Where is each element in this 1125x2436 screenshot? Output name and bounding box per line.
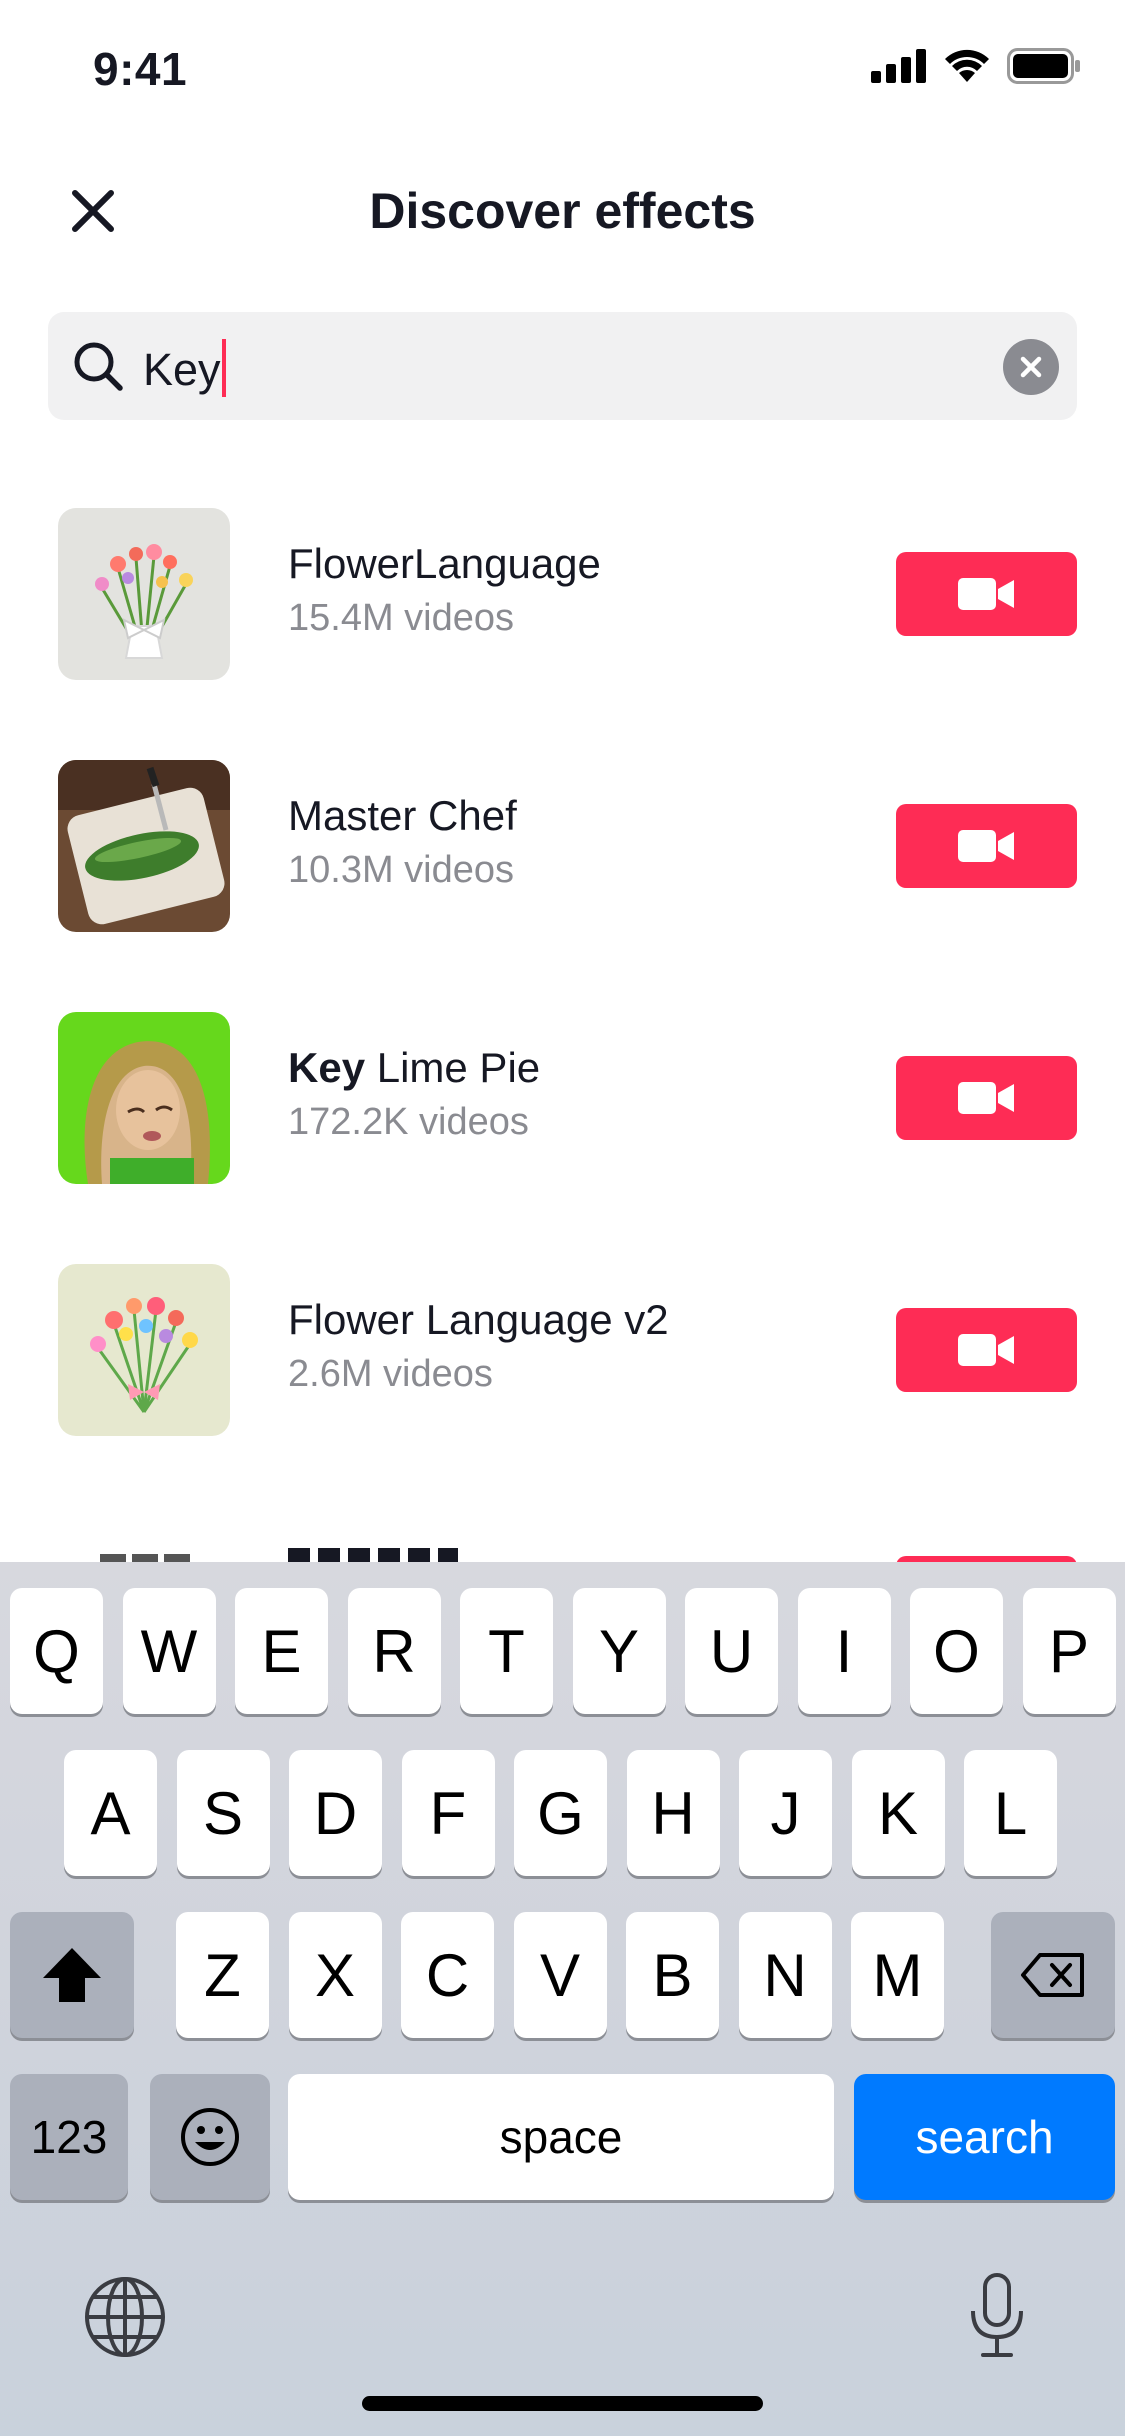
globe-icon	[85, 2277, 165, 2357]
key-p[interactable]: P	[1022, 1588, 1116, 1714]
key-z[interactable]: Z	[176, 1912, 269, 2038]
effect-name: Master Chef	[288, 792, 517, 839]
effect-name-partial	[288, 1548, 488, 1562]
page-title: Discover effects	[369, 183, 756, 239]
shift-icon	[43, 1948, 101, 2002]
effect-name: Key Lime Pie	[288, 1044, 541, 1091]
key-m[interactable]: M	[851, 1912, 944, 2038]
key-a[interactable]: A	[64, 1750, 157, 1876]
search-input[interactable]: Key	[48, 312, 1077, 420]
key-b[interactable]: B	[626, 1912, 719, 2038]
effect-row[interactable]: Master Chef 10.3M videos	[0, 722, 1125, 974]
effect-name: Flower Language v2	[288, 1296, 669, 1343]
effect-name: FlowerLanguage	[288, 540, 601, 587]
cellular-signal-icon	[871, 49, 926, 83]
backspace-icon	[1021, 1953, 1084, 1997]
record-with-effect-button[interactable]	[896, 552, 1077, 636]
shift-key[interactable]	[10, 1912, 134, 2038]
effect-row[interactable]: Flower Language v2 2.6M videos	[0, 1226, 1125, 1478]
keyboard: QWERTYUIOP ASDFGHJKL ZXCVBNM 123 space s…	[0, 1562, 1125, 2436]
key-l[interactable]: L	[964, 1750, 1057, 1876]
status-bar: 9:41	[0, 0, 1125, 132]
microphone-icon	[971, 2273, 1023, 2357]
clear-icon	[1020, 356, 1042, 378]
effect-thumbnail	[58, 760, 230, 932]
key-k[interactable]: K	[851, 1750, 945, 1876]
effect-row[interactable]: Key Lime Pie 172.2K videos	[0, 974, 1125, 1226]
key-o[interactable]: O	[910, 1588, 1003, 1714]
search-icon	[74, 342, 123, 391]
emoji-key[interactable]	[150, 2074, 270, 2200]
video-camera-icon	[957, 1082, 1014, 1114]
key-h[interactable]: H	[626, 1750, 720, 1876]
globe-button[interactable]	[80, 2272, 170, 2362]
effect-video-count: 172.2K videos	[288, 1101, 529, 1143]
effect-list: FlowerLanguage 15.4M videos Master Chef …	[0, 470, 1125, 1562]
status-icons	[871, 48, 1081, 84]
effect-thumbnail	[58, 1264, 230, 1436]
search-value: Key	[143, 339, 226, 398]
record-with-effect-button[interactable]	[896, 1308, 1077, 1392]
key-q[interactable]: Q	[10, 1588, 103, 1714]
home-indicator	[362, 2396, 763, 2411]
key-t[interactable]: T	[460, 1588, 553, 1714]
video-camera-icon	[957, 1334, 1014, 1366]
effect-video-count: 2.6M videos	[288, 1353, 493, 1395]
effect-video-count: 10.3M videos	[288, 849, 515, 891]
numbers-key[interactable]: 123	[10, 2074, 128, 2200]
dictation-button[interactable]	[952, 2266, 1042, 2366]
space-key[interactable]: space	[288, 2074, 834, 2200]
effect-video-count: 15.4M videos	[288, 597, 515, 639]
effect-thumbnail	[100, 1554, 190, 1562]
video-camera-icon	[957, 830, 1014, 862]
effect-row[interactable]: FlowerLanguage 15.4M videos	[0, 470, 1125, 722]
effect-row-partial[interactable]	[0, 1478, 1125, 1562]
effect-thumbnail	[58, 508, 230, 680]
effect-thumbnail	[58, 1012, 230, 1184]
key-w[interactable]: W	[122, 1588, 216, 1714]
record-with-effect-button[interactable]	[896, 804, 1077, 888]
key-n[interactable]: N	[738, 1912, 832, 2038]
key-c[interactable]: C	[401, 1912, 494, 2038]
key-y[interactable]: Y	[572, 1588, 666, 1714]
key-g[interactable]: G	[514, 1750, 607, 1876]
video-camera-icon	[957, 578, 1014, 610]
key-v[interactable]: V	[513, 1912, 607, 2038]
key-x[interactable]: X	[288, 1912, 382, 2038]
key-d[interactable]: D	[289, 1750, 382, 1876]
key-e[interactable]: E	[235, 1588, 328, 1714]
backspace-key[interactable]	[991, 1912, 1115, 2038]
key-u[interactable]: U	[685, 1588, 778, 1714]
key-i[interactable]: I	[797, 1588, 891, 1714]
search-key[interactable]: search	[854, 2074, 1115, 2200]
key-r[interactable]: R	[347, 1588, 441, 1714]
clear-search-button[interactable]	[1003, 339, 1059, 395]
status-time: 9:41	[93, 43, 188, 95]
battery-icon	[1007, 48, 1080, 84]
wifi-icon	[945, 49, 989, 82]
key-j[interactable]: J	[739, 1750, 832, 1876]
text-caret	[221, 339, 226, 397]
key-f[interactable]: F	[401, 1750, 495, 1876]
key-s[interactable]: S	[176, 1750, 270, 1876]
emoji-icon	[181, 2108, 239, 2166]
record-with-effect-button[interactable]	[896, 1056, 1077, 1140]
